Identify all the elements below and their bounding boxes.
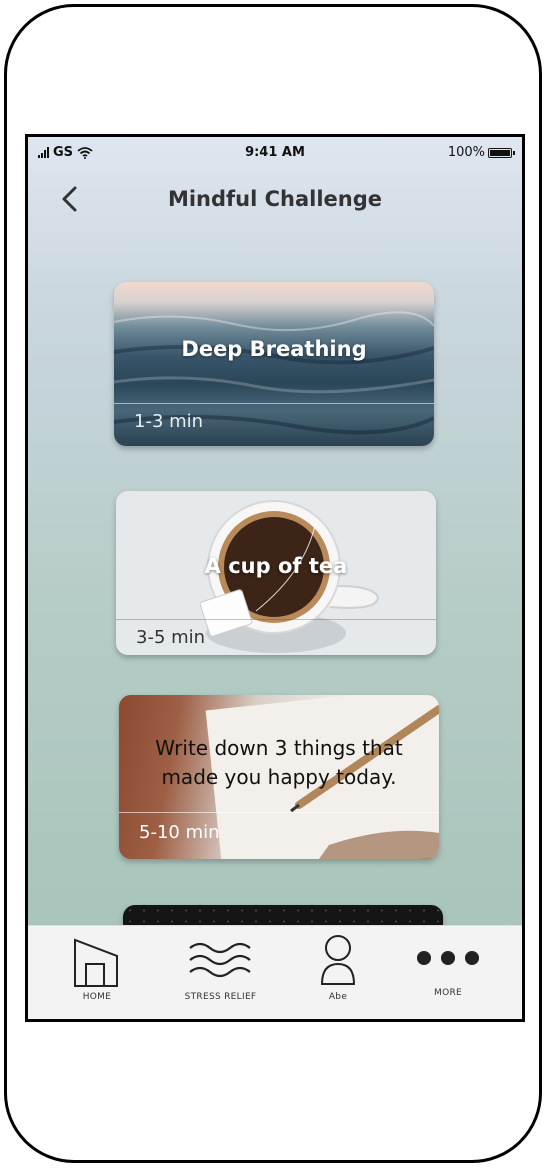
challenge-card-write-down[interactable]: Write down 3 things that made you happy … <box>119 695 439 859</box>
status-right: 100% <box>447 145 515 160</box>
card-duration: 1-3 min <box>134 411 204 432</box>
app-screen: GS 9:41 AM 100% Mindful Challenge Deep B… <box>25 134 525 1022</box>
header: Mindful Challenge <box>28 179 522 219</box>
tab-stress-relief[interactable]: STRESS RELIEF <box>173 926 268 1019</box>
card-divider <box>116 619 436 620</box>
tab-label: STRESS RELIEF <box>184 992 257 1002</box>
card-divider <box>114 403 434 404</box>
card-title: Write down 3 things that made you happy … <box>119 734 439 792</box>
home-icon <box>74 938 118 987</box>
card-divider <box>119 812 439 813</box>
waves-icon <box>189 942 251 978</box>
tab-home[interactable]: HOME <box>68 926 126 1019</box>
battery-percent: 100% <box>447 145 485 160</box>
tab-label: MORE <box>434 988 462 998</box>
card-title-line: Write down 3 things that <box>155 736 403 760</box>
card-title: Deep Breathing <box>181 337 367 361</box>
tab-label: HOME <box>82 992 112 1002</box>
card-duration: 5-10 min <box>139 822 220 843</box>
tab-profile[interactable]: Abe <box>313 926 363 1019</box>
tab-bar: HOME STRESS RELIEF Abe MORE <box>28 925 522 1019</box>
card-title: A cup of tea <box>204 554 348 578</box>
more-dots-icon <box>417 951 479 965</box>
user-icon <box>320 935 356 985</box>
card-title-line: made you happy today. <box>161 765 397 789</box>
card-duration: 3-5 min <box>136 627 206 648</box>
page-title: Mindful Challenge <box>167 187 383 211</box>
challenge-card-cup-of-tea[interactable]: A cup of tea 3-5 min <box>116 491 436 655</box>
tab-label: Abe <box>328 992 348 1002</box>
battery-icon <box>488 147 515 158</box>
tab-more[interactable]: MORE <box>413 926 483 1019</box>
challenge-card-deep-breathing[interactable]: Deep Breathing 1-3 min <box>114 282 434 446</box>
status-bar: GS 9:41 AM 100% <box>28 137 522 167</box>
